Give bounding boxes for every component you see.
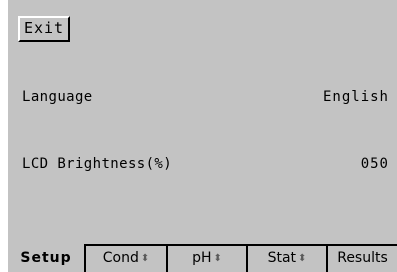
- lcd-brightness-setting-row[interactable]: LCD Brightness(%) 050: [22, 153, 389, 175]
- tab-cond-label: Cond: [102, 250, 139, 266]
- exit-button-label: Exit: [23, 19, 65, 37]
- tab-bar: Setup Cond ⬍ pH ⬍ Stat ⬍ Results: [8, 244, 397, 272]
- tab-setup[interactable]: Setup: [8, 244, 84, 272]
- tab-stat-label: Stat: [267, 250, 297, 266]
- up-down-arrow-icon: ⬍: [213, 253, 222, 264]
- tab-ph-label: pH: [192, 250, 212, 266]
- device-screen: Exit Language English LCD Brightness(%) …: [8, 0, 397, 272]
- up-down-arrow-icon: ⬍: [140, 253, 150, 264]
- language-value[interactable]: English: [323, 86, 389, 108]
- language-label: Language: [22, 89, 93, 105]
- tab-results-label: Results: [337, 250, 388, 266]
- tab-results[interactable]: Results: [326, 246, 397, 272]
- language-setting-row[interactable]: Language English: [22, 86, 389, 108]
- lcd-brightness-label: LCD Brightness(%): [22, 156, 173, 172]
- tab-setup-label: Setup: [20, 250, 72, 266]
- exit-button[interactable]: Exit: [18, 16, 70, 42]
- lcd-brightness-value[interactable]: 050: [361, 153, 389, 175]
- up-down-arrow-icon: ⬍: [298, 253, 307, 264]
- tab-stat[interactable]: Stat ⬍: [246, 246, 326, 272]
- tab-cond[interactable]: Cond ⬍: [84, 246, 166, 272]
- tab-ph[interactable]: pH ⬍: [166, 246, 246, 272]
